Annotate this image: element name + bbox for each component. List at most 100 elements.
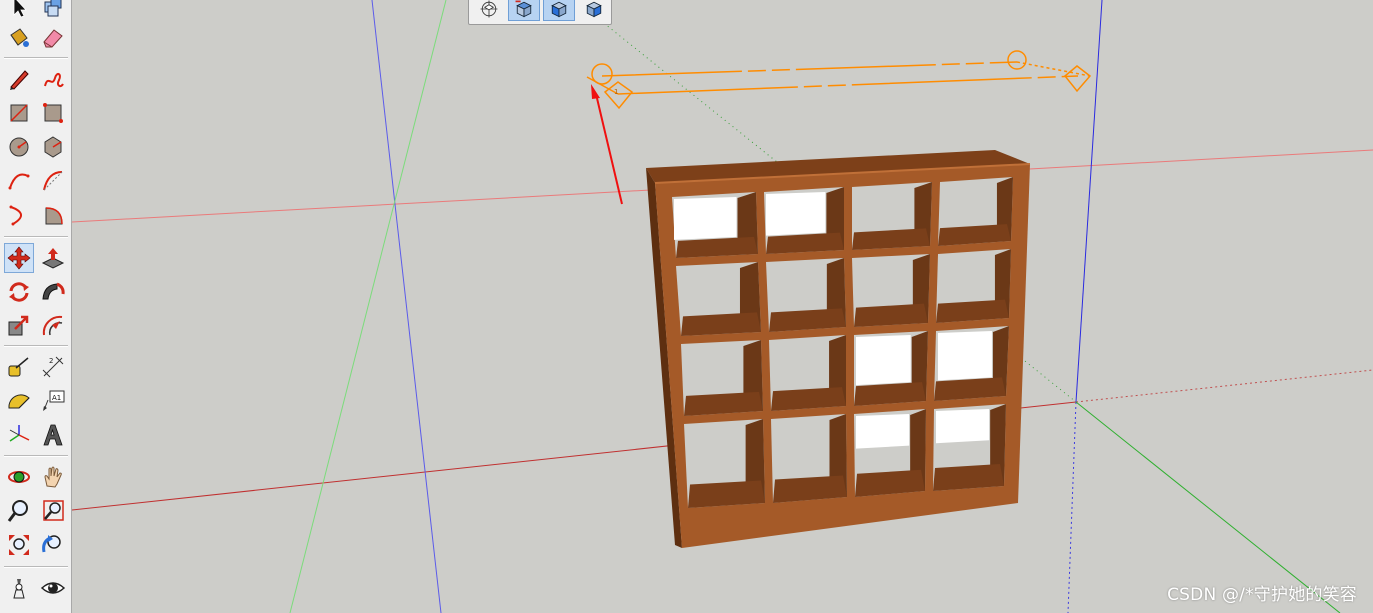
follow-me-icon	[40, 279, 66, 305]
bookshelf-model[interactable]	[646, 150, 1031, 548]
top-view-icon	[513, 0, 535, 20]
tool-freehand-button[interactable]	[38, 64, 68, 94]
tool-tape-measure-button[interactable]	[4, 352, 34, 382]
shelf-cell	[933, 404, 1006, 491]
pencil-line-icon	[6, 66, 32, 92]
selection-guide[interactable]: 1	[586, 50, 1092, 110]
toolbar-separator	[4, 345, 68, 347]
tool-polygon-button[interactable]	[38, 132, 68, 162]
guide-bottom-line	[617, 75, 1079, 95]
tool-protractor-button[interactable]	[4, 386, 34, 416]
tool-component-button[interactable]	[38, 0, 68, 22]
view-right-button[interactable]	[578, 0, 610, 21]
push-pull-icon	[40, 245, 66, 271]
tool-arc-button[interactable]	[4, 166, 34, 196]
dimension-icon: 2	[40, 354, 66, 380]
toolbar-separator	[4, 57, 68, 59]
left-tool-palette: 2 A1	[0, 0, 72, 613]
tool-look-around-button[interactable]	[38, 573, 68, 603]
two-point-arc-icon	[40, 168, 66, 194]
tool-position-camera-button[interactable]	[4, 573, 34, 603]
tool-zoom-button[interactable]	[4, 496, 34, 526]
guide-grip-right-bottom[interactable]	[1063, 65, 1092, 93]
toolbar-separator	[4, 236, 68, 238]
tool-zoom-extents-button[interactable]	[4, 530, 34, 560]
tool-3d-text-button[interactable]	[38, 420, 68, 450]
tool-move-button[interactable]	[4, 243, 34, 273]
freehand-icon	[40, 66, 66, 92]
axis-blue-dotted	[1067, 401, 1077, 613]
shelf-cell	[934, 326, 1009, 401]
eraser-icon	[40, 25, 66, 51]
3d-text-icon	[40, 422, 66, 448]
tool-orbit-button[interactable]	[4, 462, 34, 492]
tool-line-button[interactable]	[4, 64, 34, 94]
zoom-icon	[6, 498, 32, 524]
position-camera-icon	[6, 575, 32, 601]
tool-rotated-rectangle-button[interactable]	[38, 98, 68, 128]
select-arrow-icon	[6, 0, 32, 20]
tool-two-point-arc-button[interactable]	[38, 166, 68, 196]
shelf-cell	[672, 192, 758, 258]
rotate-icon	[6, 279, 32, 305]
tool-offset-button[interactable]	[38, 311, 68, 341]
previous-view-icon	[40, 532, 66, 558]
make-component-icon	[40, 0, 66, 20]
shelf-cell	[681, 340, 763, 416]
tool-pie-button[interactable]	[38, 200, 68, 230]
shelf-cell	[676, 262, 761, 336]
guide-grip-right-top[interactable]	[1007, 50, 1027, 70]
text-tool-label: A1	[52, 394, 61, 402]
guide-label: 1	[614, 88, 618, 96]
guide-right-end	[1016, 61, 1091, 77]
tool-text-button[interactable]: A1	[38, 386, 68, 416]
pan-hand-icon	[40, 464, 66, 490]
shelf-cell	[852, 182, 932, 250]
shelf-cell	[769, 335, 846, 411]
3d-viewport[interactable]: 1	[72, 0, 1373, 613]
view-front-button[interactable]	[543, 0, 575, 21]
shelf-cell	[766, 258, 846, 332]
axis-red-dotted	[1075, 369, 1373, 403]
tool-eraser-button[interactable]	[38, 23, 68, 53]
view-top-button[interactable]	[508, 0, 540, 21]
views-toolbar	[468, 0, 612, 25]
paint-bucket-icon	[6, 25, 32, 51]
tape-measure-icon	[6, 354, 32, 380]
tool-circle-button[interactable]	[4, 132, 34, 162]
guide-grip-left-top[interactable]	[591, 63, 613, 85]
tool-scale-button[interactable]	[4, 311, 34, 341]
front-view-icon	[548, 0, 570, 20]
offset-icon	[40, 313, 66, 339]
view-iso-button[interactable]	[473, 0, 505, 21]
axes-icon	[6, 422, 32, 448]
shelf-cell	[854, 331, 928, 406]
toolbar-separator	[4, 566, 68, 568]
protractor-icon	[6, 388, 32, 414]
tool-three-point-arc-button[interactable]	[4, 200, 34, 230]
scale-icon	[6, 313, 32, 339]
shelf-cell	[936, 249, 1011, 323]
tool-zoom-window-button[interactable]	[38, 496, 68, 526]
svg-text:2: 2	[49, 357, 53, 365]
tool-paint-bucket-button[interactable]	[4, 23, 34, 53]
tool-select-button[interactable]	[4, 0, 34, 22]
guide-grip-left-bottom[interactable]	[603, 81, 634, 110]
arc-icon	[6, 168, 32, 194]
toolbar-separator	[4, 455, 68, 457]
tool-push-pull-button[interactable]	[38, 243, 68, 273]
shelf-cell	[852, 254, 930, 327]
tool-rectangle-button[interactable]	[4, 98, 34, 128]
iso-view-icon	[478, 0, 500, 20]
tool-previous-view-button[interactable]	[38, 530, 68, 560]
tool-follow-me-button[interactable]	[38, 277, 68, 307]
tool-rotate-button[interactable]	[4, 277, 34, 307]
tool-pan-button[interactable]	[38, 462, 68, 492]
move-icon	[6, 245, 32, 271]
shelf-cell	[854, 409, 926, 497]
shelf-cell	[684, 419, 765, 508]
tool-dimension-button[interactable]: 2	[38, 352, 68, 382]
tool-axes-button[interactable]	[4, 420, 34, 450]
zoom-window-icon	[40, 498, 66, 524]
axis-green-left	[289, 0, 447, 613]
